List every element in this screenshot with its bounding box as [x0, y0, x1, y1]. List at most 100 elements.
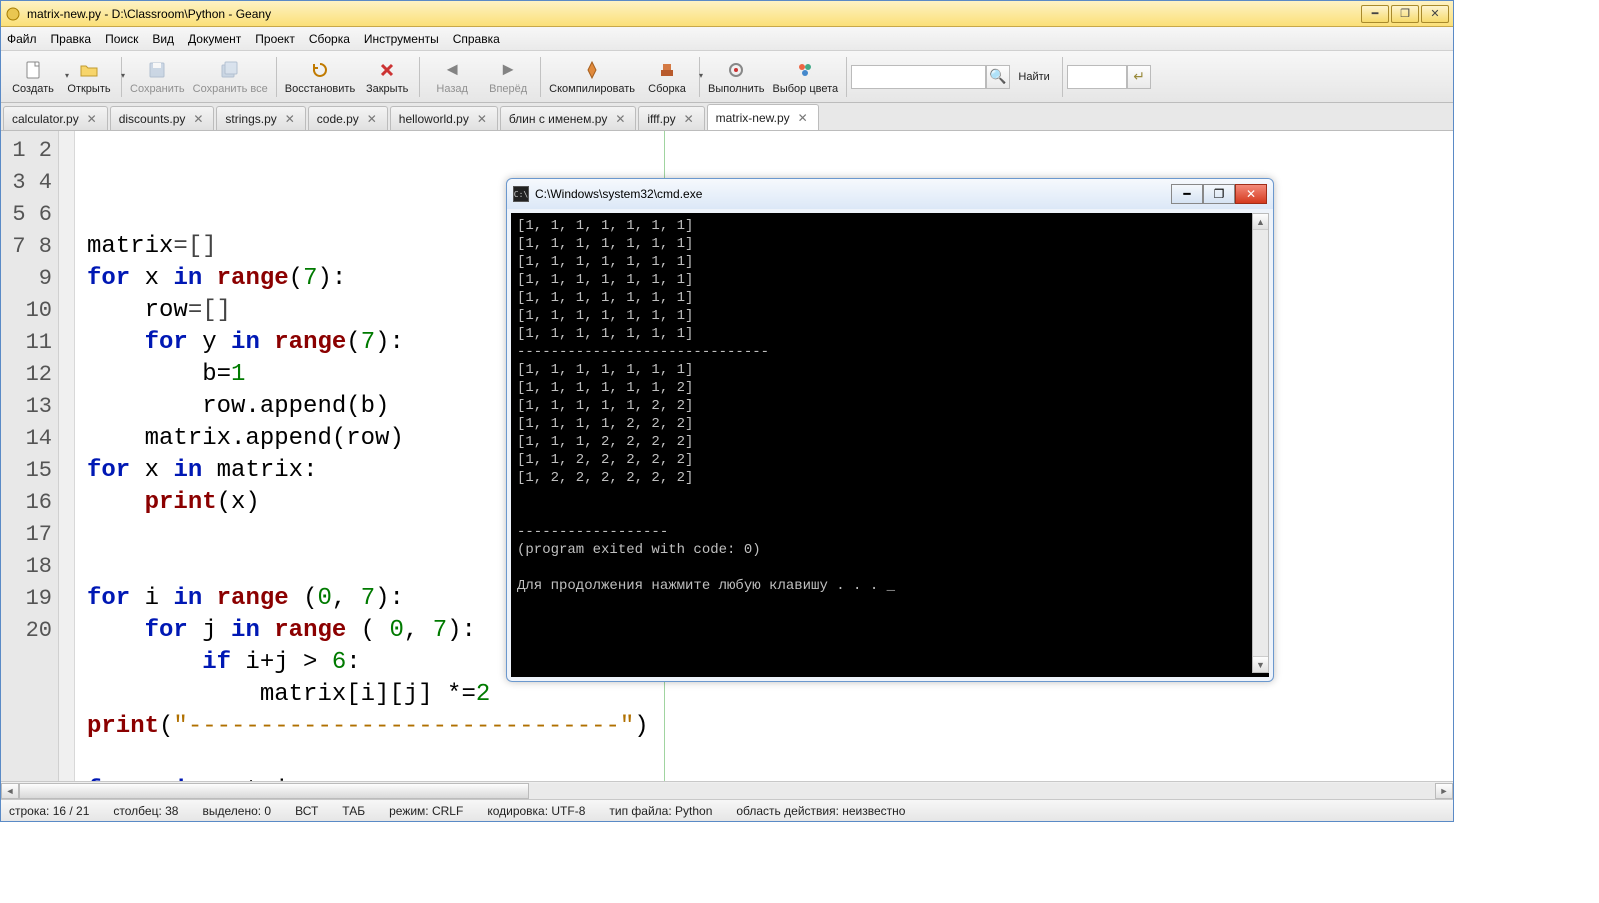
menu-project[interactable]: Проект — [255, 32, 295, 46]
close-button[interactable]: ✕ — [1421, 5, 1449, 23]
search-input[interactable] — [851, 65, 986, 89]
scroll-up-icon[interactable]: ▲ — [1253, 214, 1268, 230]
menu-document[interactable]: Документ — [188, 32, 241, 46]
build-button[interactable]: Сборка▾ — [639, 53, 695, 101]
tab-close-icon[interactable]: ✕ — [365, 112, 379, 126]
close-icon — [376, 59, 398, 81]
status-sel: выделено: 0 — [202, 804, 271, 818]
scroll-down-icon[interactable]: ▼ — [1253, 656, 1268, 672]
compile-icon — [581, 59, 603, 81]
tab-label: helloworld.py — [399, 112, 469, 126]
cmd-scroll-track[interactable] — [1253, 230, 1268, 656]
arrow-left-icon: ◄ — [441, 59, 463, 81]
save-button[interactable]: Сохранить — [126, 53, 189, 101]
status-ftype: тип файла: Python — [609, 804, 712, 818]
status-ins[interactable]: ВСТ — [295, 804, 318, 818]
cmd-icon: C:\ — [513, 186, 529, 202]
window-title: matrix-new.py - D:\Classroom\Python - Ge… — [27, 7, 1361, 21]
menu-tools[interactable]: Инструменты — [364, 32, 439, 46]
menu-file[interactable]: Файл — [7, 32, 37, 46]
scroll-left-icon[interactable]: ◄ — [1, 783, 19, 799]
tab-close-icon[interactable]: ✕ — [85, 112, 99, 126]
tab-calculator-py[interactable]: calculator.py ✕ — [3, 106, 108, 130]
status-tab[interactable]: ТАБ — [342, 804, 365, 818]
color-button[interactable]: Выбор цвета — [768, 53, 842, 101]
revert-icon — [309, 59, 331, 81]
tab-close-icon[interactable]: ✕ — [796, 111, 810, 125]
tab-label: блин с именем.py — [509, 112, 608, 126]
geany-icon — [5, 6, 21, 22]
cmd-minimize-button[interactable]: ━ — [1171, 184, 1203, 204]
back-button[interactable]: ◄Назад — [424, 53, 480, 101]
status-scope: область действия: неизвестно — [736, 804, 905, 818]
tab-bar: calculator.py✕discounts.py✕strings.py✕co… — [1, 103, 1453, 131]
tab-close-icon[interactable]: ✕ — [682, 112, 696, 126]
menu-edit[interactable]: Правка — [51, 32, 92, 46]
cmd-close-button[interactable]: ✕ — [1235, 184, 1267, 204]
cmd-output[interactable]: [1, 1, 1, 1, 1, 1, 1] [1, 1, 1, 1, 1, 1,… — [511, 213, 1269, 677]
menu-build[interactable]: Сборка — [309, 32, 350, 46]
forward-button[interactable]: ►Вперёд — [480, 53, 536, 101]
maximize-button[interactable]: ❐ — [1391, 5, 1419, 23]
goto-button[interactable]: ↵ — [1127, 65, 1151, 89]
status-enc: кодировка: UTF-8 — [487, 804, 585, 818]
menu-help[interactable]: Справка — [453, 32, 500, 46]
gear-run-icon — [725, 59, 747, 81]
saveall-button[interactable]: Сохранить все — [189, 53, 272, 101]
menu-search[interactable]: Поиск — [105, 32, 138, 46]
color-palette-icon — [794, 59, 816, 81]
tab--py[interactable]: блин с именем.py ✕ — [500, 106, 637, 130]
tab-close-icon[interactable]: ✕ — [613, 112, 627, 126]
tab-label: code.py — [317, 112, 359, 126]
tab-label: calculator.py — [12, 112, 79, 126]
search-icon: 🔍 — [989, 68, 1006, 85]
tab-label: strings.py — [225, 112, 276, 126]
line-gutter: 1 2 3 4 5 6 7 8 9 10 11 12 13 14 15 16 1… — [1, 131, 59, 781]
cmd-title: C:\Windows\system32\cmd.exe — [535, 187, 1171, 201]
new-button[interactable]: Создать▾ — [5, 53, 61, 101]
folder-open-icon — [78, 59, 100, 81]
tab-discounts-py[interactable]: discounts.py ✕ — [110, 106, 215, 130]
tab-label: matrix-new.py — [716, 111, 790, 125]
goto-line-input[interactable] — [1067, 65, 1127, 89]
compile-button[interactable]: Скомпилировать — [545, 53, 639, 101]
tab-code-py[interactable]: code.py ✕ — [308, 106, 388, 130]
cmd-vertical-scrollbar[interactable]: ▲ ▼ — [1252, 213, 1269, 673]
tab-label: ifff.py — [647, 112, 675, 126]
tab-label: discounts.py — [119, 112, 186, 126]
tab-close-icon[interactable]: ✕ — [475, 112, 489, 126]
scrollbar-thumb[interactable] — [19, 783, 529, 799]
minimize-button[interactable]: ━ — [1361, 5, 1389, 23]
cmd-window[interactable]: C:\ C:\Windows\system32\cmd.exe ━ ❐ ✕ [1… — [506, 178, 1274, 682]
run-button[interactable]: Выполнить — [704, 53, 768, 101]
menu-view[interactable]: Вид — [152, 32, 174, 46]
file-new-icon — [22, 59, 44, 81]
find-button[interactable]: Найти — [1010, 53, 1058, 101]
status-mode: режим: CRLF — [389, 804, 463, 818]
tab-close-icon[interactable]: ✕ — [191, 112, 205, 126]
open-button[interactable]: Открыть▾ — [61, 53, 117, 101]
build-icon — [656, 59, 678, 81]
tab-close-icon[interactable]: ✕ — [283, 112, 297, 126]
status-line: строка: 16 / 21 — [9, 804, 89, 818]
save-icon — [146, 59, 168, 81]
status-col: столбец: 38 — [113, 804, 178, 818]
cmd-maximize-button[interactable]: ❐ — [1203, 184, 1235, 204]
toolbar: Создать▾ Открыть▾ Сохранить Сохранить вс… — [1, 51, 1453, 103]
tab-helloworld-py[interactable]: helloworld.py ✕ — [390, 106, 498, 130]
titlebar[interactable]: matrix-new.py - D:\Classroom\Python - Ge… — [1, 1, 1453, 27]
arrow-right-icon: ► — [497, 59, 519, 81]
tab-strings-py[interactable]: strings.py ✕ — [216, 106, 305, 130]
revert-button[interactable]: Восстановить — [281, 53, 359, 101]
horizontal-scrollbar[interactable]: ◄ ► — [1, 781, 1453, 799]
save-all-icon — [219, 59, 241, 81]
close-file-button[interactable]: Закрыть — [359, 53, 415, 101]
cmd-titlebar[interactable]: C:\ C:\Windows\system32\cmd.exe ━ ❐ ✕ — [507, 179, 1273, 209]
goto-icon: ↵ — [1133, 68, 1145, 85]
menubar: Файл Правка Поиск Вид Документ Проект Сб… — [1, 27, 1453, 51]
tab-ifff-py[interactable]: ifff.py ✕ — [638, 106, 704, 130]
search-icon-button[interactable]: 🔍 — [986, 65, 1010, 89]
statusbar: строка: 16 / 21 столбец: 38 выделено: 0 … — [1, 799, 1453, 821]
tab-matrix-new-py[interactable]: matrix-new.py ✕ — [707, 104, 819, 130]
scroll-right-icon[interactable]: ► — [1435, 783, 1453, 799]
